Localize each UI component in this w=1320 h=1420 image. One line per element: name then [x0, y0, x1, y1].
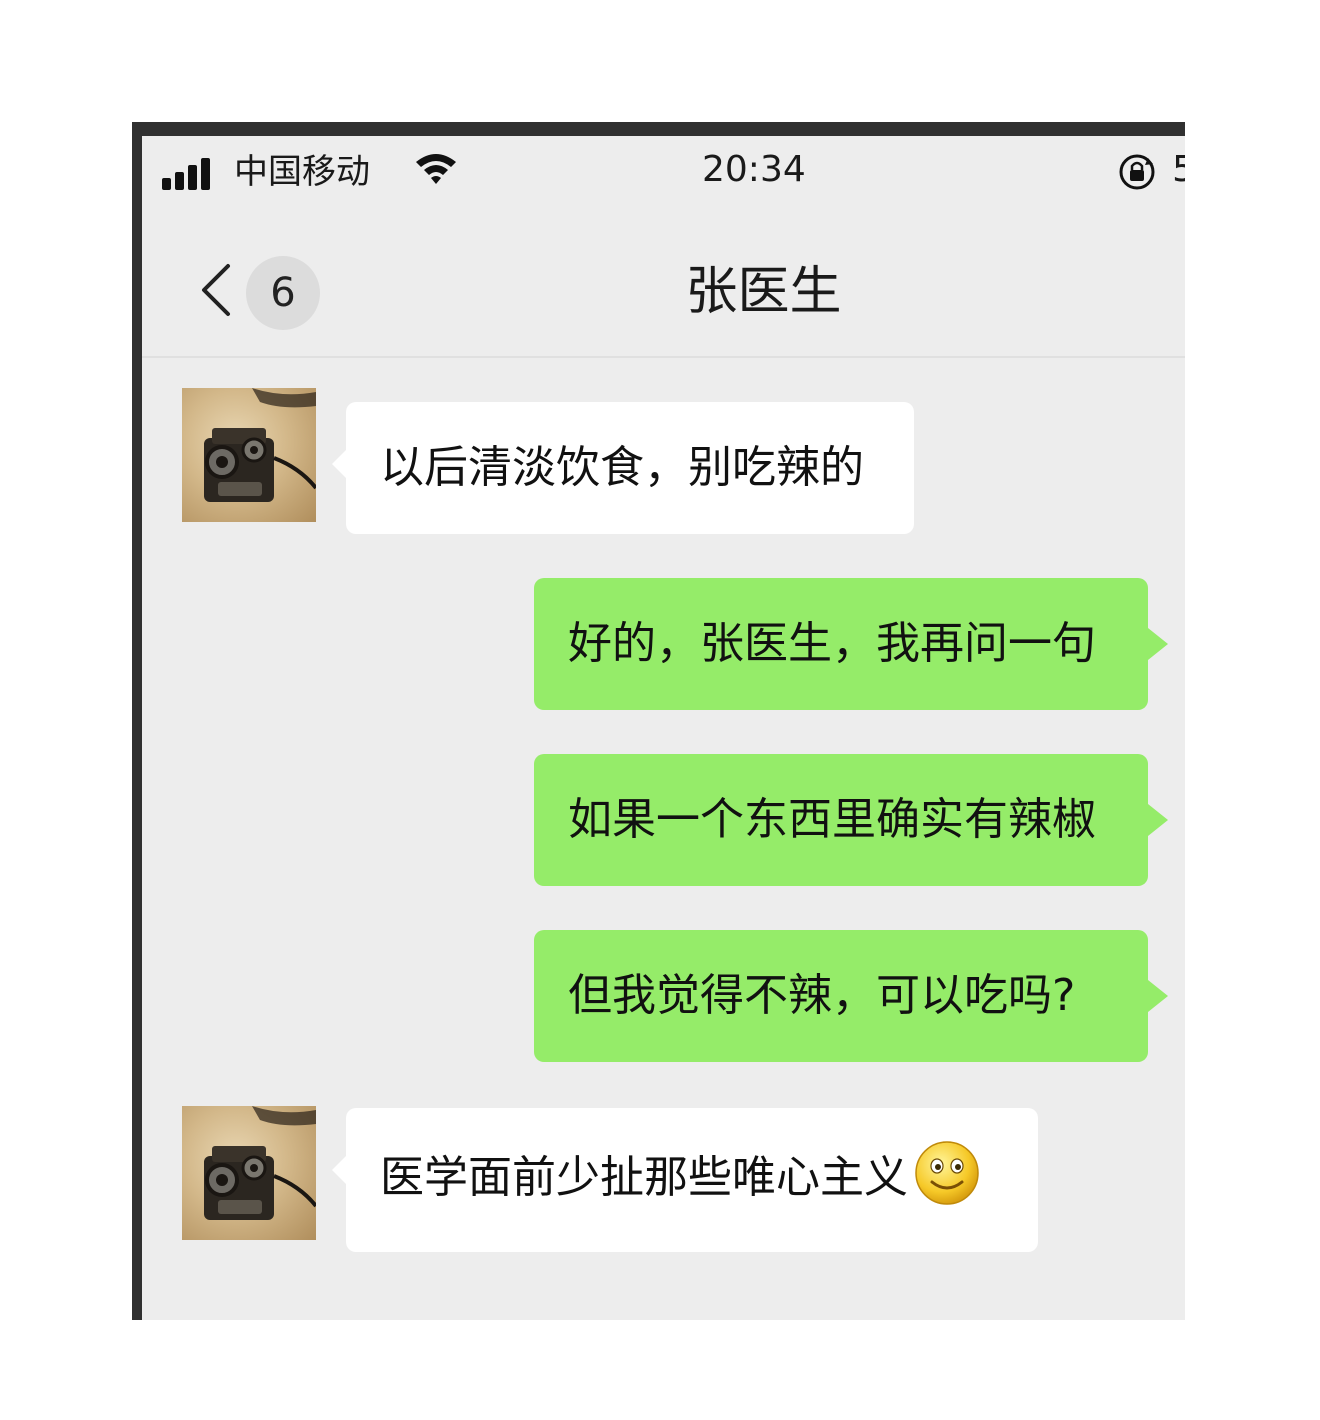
message-bubble-outgoing[interactable]: 好的，张医生，我再问一句: [534, 578, 1168, 710]
contact-avatar[interactable]: [182, 1106, 316, 1240]
contact-avatar[interactable]: [182, 388, 316, 522]
message-text: 但我觉得不辣，可以吃吗?: [568, 970, 1076, 1021]
message-text: 医学面前少扯那些唯心主义: [380, 1152, 908, 1203]
message-text: 以后清淡饮食，别吃辣的: [380, 442, 864, 493]
smiley-icon: [915, 1141, 979, 1205]
message-bubble-incoming[interactable]: 以后清淡饮食，别吃辣的: [332, 402, 914, 534]
message-bubble-outgoing[interactable]: 如果一个东西里确实有辣椒: [534, 754, 1168, 886]
status-bar: 中国移动 20:34 5: [142, 136, 1185, 212]
chat-screen: 中国移动 20:34 5 6 张医生: [132, 122, 1185, 1320]
wifi-icon: [416, 154, 456, 184]
message-text: 如果一个东西里确实有辣椒: [568, 794, 1096, 845]
battery-percentage: 5: [1172, 148, 1185, 192]
camera-photo-icon: [204, 1106, 316, 1220]
chat-title: 张医生: [685, 262, 842, 322]
message-text: 好的，张医生，我再问一句: [568, 618, 1096, 669]
nav-bar: 6 张医生: [142, 212, 1185, 358]
camera-photo-icon: [204, 388, 316, 502]
message-bubble-incoming[interactable]: 医学面前少扯那些唯心主义: [332, 1108, 1038, 1252]
signal-strength-icon: [162, 158, 218, 190]
rotation-lock-icon: [1119, 154, 1155, 190]
message-text-row: 医学面前少扯那些唯心主义: [380, 1141, 980, 1206]
carrier-name: 中国移动: [234, 152, 370, 192]
message-bubble-outgoing[interactable]: 但我觉得不辣，可以吃吗?: [534, 930, 1168, 1062]
status-time: 20:34: [702, 149, 806, 190]
